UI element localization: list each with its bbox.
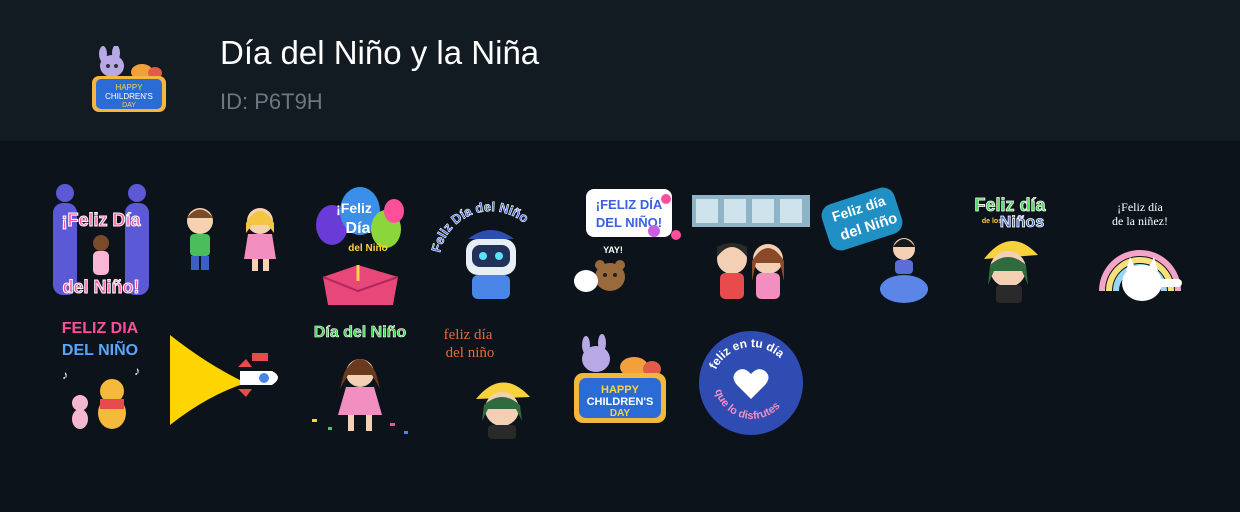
bears-icon: ¡FELIZ DÍA DEL NIÑO! YAY!: [574, 189, 681, 292]
sticker-feliz-dia-del-nino-hat[interactable]: feliz día del niño: [428, 315, 554, 441]
sticker-13-text-2: del niño: [446, 345, 495, 361]
sticker-feliz-dia-del-nino-robot[interactable]: Feliz Día del Niño: [428, 181, 554, 307]
sticker-feliz-dia-del-nino-ball[interactable]: Feliz día del Niño: [818, 181, 944, 307]
sticker-feliz-dia-del-nino-pooh[interactable]: FELIZ DIA DEL NIÑO ♪ ♪: [38, 315, 164, 441]
pack-icon-text-1: HAPPY: [115, 83, 143, 92]
boy-girl-icon: [187, 208, 276, 271]
sticker-10-text-2: DEL NIÑO: [62, 339, 138, 359]
sticker-3-text-1: ¡Feliz: [336, 200, 372, 216]
kids-banner-icon: [692, 195, 810, 299]
rocket-icon: [170, 335, 278, 425]
heart-icon: feliz en tu día que lo disfrutes: [699, 331, 803, 435]
svg-text:♪: ♪: [62, 368, 68, 382]
sticker-8-text-1: Feliz día: [974, 195, 1046, 215]
sticker-5-text-1: ¡FELIZ DÍA: [596, 197, 663, 212]
sticker-3-text-3: del Niño: [348, 243, 387, 254]
sticker-9-text-2: de la niñez!: [1112, 214, 1168, 228]
balloons-gift-box-icon: ¡Feliz Día del Niño: [316, 187, 404, 305]
girl-hat-icon: feliz día del niño: [444, 327, 530, 439]
pack-icon-text-3: DAY: [122, 102, 136, 109]
pack-icon: HAPPY CHILDREN'S DAY: [82, 45, 174, 118]
svg-text:♪: ♪: [134, 364, 140, 378]
parents-child-icon: ¡Feliz Día del Niño!: [53, 184, 149, 298]
sticker-feliz-dia-ninos-girl[interactable]: Feliz día de los Niños: [948, 181, 1074, 307]
sticker-feliz-dia-unicorn[interactable]: ¡Feliz día de la niñez!: [1078, 181, 1204, 307]
unicorn-cat-icon: ¡Feliz día de la niñez!: [1099, 200, 1182, 301]
boy-on-ball-icon: Feliz día del Niño: [821, 187, 928, 303]
pack-title: Día del Niño y la Niña: [220, 34, 540, 71]
sticker-boy-and-girl[interactable]: [168, 181, 294, 307]
toys-icon: HAPPY CHILDREN'S DAY: [574, 334, 666, 423]
sticker-9-text-1: ¡Feliz día: [1117, 200, 1163, 214]
robot-icon: Feliz Día del Niño: [428, 199, 532, 299]
sticker-feliz-en-tu-dia[interactable]: feliz en tu día que lo disfrutes: [688, 315, 814, 441]
sticker-grid: ¡Feliz Día del Niño! ¡Feliz Día del Niño…: [0, 141, 1240, 512]
sticker-rocket-beam[interactable]: [168, 315, 294, 441]
sticker-happy-childrens-day[interactable]: HAPPY CHILDREN'S DAY: [558, 315, 684, 441]
sticker-5-text-3: YAY!: [603, 245, 623, 255]
sticker-feliz-dia-del-nino-parents[interactable]: ¡Feliz Día del Niño!: [38, 181, 164, 307]
sticker-dia-del-nino-girl[interactable]: Día del Niño: [298, 315, 424, 441]
sticker-1-text-1: ¡Feliz Día: [61, 210, 141, 230]
pack-id: ID: P6T9H: [220, 89, 323, 114]
sticker-14-text-3: DAY: [610, 408, 631, 419]
sticker-feliz-dia-balloons-box[interactable]: ¡Feliz Día del Niño: [298, 181, 424, 307]
girl-confetti-icon: Día del Niño: [312, 324, 408, 434]
sticker-10-text-1: FELIZ DIA: [62, 320, 139, 337]
girl-yellow-hat-icon: Feliz día de los Niños: [974, 195, 1047, 303]
sticker-12-text-1: Día del Niño: [314, 324, 407, 341]
sticker-13-text-1: feliz día: [444, 327, 493, 343]
sticker-1-text-2: del Niño!: [63, 277, 140, 297]
sticker-3-text-2: Día: [346, 220, 371, 237]
sticker-14-text-2: CHILDREN'S: [587, 396, 654, 408]
sticker-feliz-dia-del-nino-bears[interactable]: ¡FELIZ DÍA DEL NIÑO! YAY!: [558, 181, 684, 307]
sticker-8-text-3: Niños: [1000, 214, 1045, 231]
sticker-kids-banner[interactable]: [688, 181, 814, 307]
pack-header: HAPPY CHILDREN'S DAY Día del Niño y la N…: [0, 0, 1240, 141]
pooh-piglet-icon: FELIZ DIA DEL NIÑO ♪ ♪: [62, 320, 140, 429]
sticker-14-text-1: HAPPY: [601, 384, 640, 396]
pack-icon-text-2: CHILDREN'S: [105, 92, 153, 101]
